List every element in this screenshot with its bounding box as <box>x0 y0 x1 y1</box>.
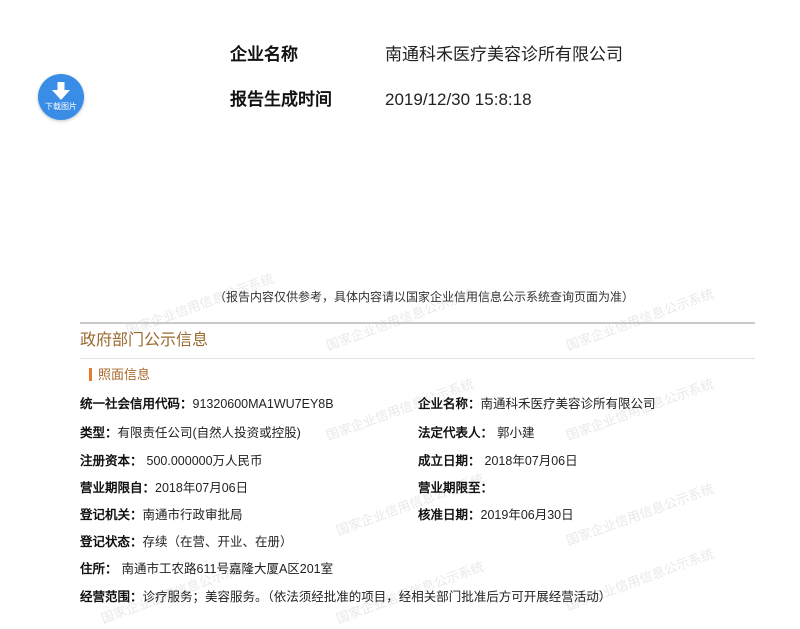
legal-rep-label: 法定代表人： <box>418 426 494 440</box>
company-name-field-value: 南通科禾医疗美容诊所有限公司 <box>480 397 656 411</box>
field-term-to: 营业期限至： <box>418 479 493 497</box>
credit-code-value: 91320600MA1WU7EY8B <box>192 397 334 411</box>
approval-date-value: 2019年06月30日 <box>480 508 574 522</box>
field-business-scope: 经营范围：诊疗服务；美容服务。（依法须经批准的项目，经相关部门批准后方可开展经营… <box>80 588 611 606</box>
status-label: 登记状态： <box>80 535 143 549</box>
field-term-from: 营业期限自：2018年07月06日 <box>80 479 248 497</box>
field-established-date: 成立日期： 2018年07月06日 <box>418 452 578 470</box>
address-label: 住所： <box>80 562 118 576</box>
legal-rep-value: 郭小建 <box>497 426 535 440</box>
registration-authority-label: 登记机关： <box>80 508 143 522</box>
company-name-label: 企业名称 <box>230 45 298 64</box>
registered-capital-label: 注册资本： <box>80 454 143 468</box>
download-button-label: 下载图片 <box>45 102 77 111</box>
subsection-title: 照面信息 <box>98 367 151 382</box>
subsection-accent-bar <box>89 368 92 381</box>
disclaimer-notice: （报告内容仅供参考，具体内容请以国家企业信用信息公示系统查询页面为准） <box>214 290 635 304</box>
term-to-label: 营业期限至： <box>418 481 494 495</box>
field-registration-authority: 登记机关：南通市行政审批局 <box>80 506 243 524</box>
type-value: 有限责任公司(自然人投资或控股) <box>117 426 301 440</box>
status-value: 存续（在营、开业、在册） <box>142 535 293 549</box>
business-scope-value: 诊疗服务；美容服务。（依法须经批准的项目，经相关部门批准后方可开展经营活动） <box>142 590 612 604</box>
field-type: 类型：有限责任公司(自然人投资或控股) <box>80 424 301 442</box>
established-date-value: 2018年07月06日 <box>484 454 578 468</box>
registration-authority-value: 南通市行政审批局 <box>142 508 243 522</box>
section-divider-top <box>80 322 755 324</box>
section-divider-bottom <box>80 358 755 359</box>
section-title: 政府部门公示信息 <box>80 332 209 349</box>
field-legal-representative: 法定代表人： 郭小建 <box>418 424 535 442</box>
field-registered-capital: 注册资本： 500.000000万人民币 <box>80 452 263 470</box>
report-time-label: 报告生成时间 <box>230 90 332 109</box>
field-registration-status: 登记状态：存续（在营、开业、在册） <box>80 533 293 551</box>
approval-date-label: 核准日期： <box>418 508 481 522</box>
term-from-value: 2018年07月06日 <box>155 481 249 495</box>
type-label: 类型： <box>80 426 118 440</box>
registered-capital-value: 500.000000万人民币 <box>146 454 263 468</box>
download-image-button[interactable]: 下载图片 <box>38 74 84 120</box>
company-name-value: 南通科禾医疗美容诊所有限公司 <box>385 45 623 64</box>
field-credit-code: 统一社会信用代码：91320600MA1WU7EY8B <box>80 395 334 413</box>
address-value: 南通市工农路611号嘉隆大厦A区201室 <box>121 562 334 576</box>
report-page: 国家企业信用信息公示系统 国家企业信用信息公示系统 国家企业信用信息公示系统 国… <box>0 0 800 629</box>
established-date-label: 成立日期： <box>418 454 481 468</box>
business-scope-label: 经营范围： <box>80 590 143 604</box>
credit-code-label: 统一社会信用代码： <box>80 397 193 411</box>
term-from-label: 营业期限自： <box>80 481 156 495</box>
watermark-text: 国家企业信用信息公示系统 <box>564 480 716 549</box>
field-company-name: 企业名称：南通科禾医疗美容诊所有限公司 <box>418 395 656 413</box>
report-time-value: 2019/12/30 15:8:18 <box>385 90 532 109</box>
download-arrow-icon <box>52 82 70 100</box>
field-address: 住所： 南通市工农路611号嘉隆大厦A区201室 <box>80 560 333 578</box>
company-name-field-label: 企业名称： <box>418 397 481 411</box>
field-approval-date: 核准日期：2019年06月30日 <box>418 506 574 524</box>
